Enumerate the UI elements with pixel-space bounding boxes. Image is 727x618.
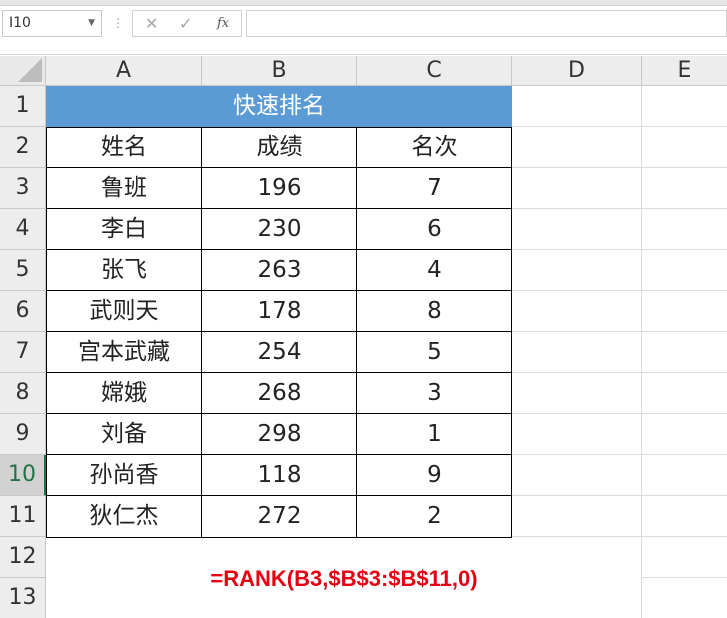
cancel-icon[interactable]: ✕ [145,14,158,33]
row-header-13[interactable]: 13 [0,578,46,618]
gridline [512,454,727,455]
row-header-7[interactable]: 7 [0,332,46,373]
table-cell-rank[interactable]: 6 [357,209,512,250]
table-cell-score[interactable]: 268 [202,373,357,414]
table-cell-rank[interactable]: 4 [357,250,512,291]
column-header-d[interactable]: D [512,56,642,86]
insert-function-icon[interactable]: fx [217,16,229,31]
column-header-a[interactable]: A [46,56,202,86]
select-all-button[interactable] [0,56,46,86]
spreadsheet-grid[interactable]: A B C D E 1 2 3 4 5 6 7 8 9 10 11 12 13 … [0,56,727,618]
formula-bar: I10 ▼ ⋮ ✕ ✓ fx [0,6,727,55]
column-header-e[interactable]: E [642,56,727,86]
gridline [512,167,727,168]
table-cell-score[interactable]: 298 [202,414,357,455]
gridline [512,495,727,496]
enter-icon[interactable]: ✓ [179,14,192,33]
name-box-value: I10 [9,15,31,31]
row-header-1[interactable]: 1 [0,86,46,127]
table-cell-score[interactable]: 230 [202,209,357,250]
formula-input[interactable] [246,10,727,37]
row-header-10[interactable]: 10 [0,455,46,496]
table-cell-rank[interactable]: 3 [357,373,512,414]
column-header-c[interactable]: C [357,56,512,86]
header-name[interactable]: 姓名 [46,127,202,168]
gridline [512,126,727,127]
row-header-6[interactable]: 6 [0,291,46,332]
row-header-8[interactable]: 8 [0,373,46,414]
table-cell-name[interactable]: 鲁班 [46,168,202,209]
table-cell-rank[interactable]: 2 [357,496,512,537]
header-rank[interactable]: 名次 [357,127,512,168]
table-cell-score[interactable]: 263 [202,250,357,291]
gridline [512,208,727,209]
table-cell-rank[interactable]: 8 [357,291,512,332]
row-header-11[interactable]: 11 [0,496,46,537]
row-header-5[interactable]: 5 [0,250,46,291]
row-header-3[interactable]: 3 [0,168,46,209]
table-cell-name[interactable]: 狄仁杰 [46,496,202,537]
row-header-9[interactable]: 9 [0,414,46,455]
table-cell-score[interactable]: 118 [202,455,357,496]
gridline [512,536,727,537]
gridline [512,290,727,291]
chevron-down-icon[interactable]: ▼ [88,11,95,36]
gridline [641,577,727,578]
table-cell-name[interactable]: 李白 [46,209,202,250]
table-cell-rank[interactable]: 5 [357,332,512,373]
row-header-2[interactable]: 2 [0,127,46,168]
gridline [512,372,727,373]
more-icon: ⋮ [112,16,124,30]
table-cell-name[interactable]: 张飞 [46,250,202,291]
table-cell-score[interactable]: 254 [202,332,357,373]
table-cell-name[interactable]: 嫦娥 [46,373,202,414]
table-cell-name[interactable]: 孙尚香 [46,455,202,496]
table-cell-name[interactable]: 武则天 [46,291,202,332]
table-cell-name[interactable]: 宫本武藏 [46,332,202,373]
row-header-4[interactable]: 4 [0,209,46,250]
formula-buttons: ✕ ✓ fx [132,10,242,37]
select-all-icon [18,58,42,82]
gridline [512,413,727,414]
table-cell-score[interactable]: 196 [202,168,357,209]
gridline [512,331,727,332]
table-cell-score[interactable]: 272 [202,496,357,537]
gridline [512,249,727,250]
column-header-b[interactable]: B [202,56,357,86]
table-cell-rank[interactable]: 9 [357,455,512,496]
row-header-12[interactable]: 12 [0,537,46,578]
gridline [641,86,642,618]
table-title[interactable]: 快速排名 [46,86,512,127]
table-cell-score[interactable]: 178 [202,291,357,332]
name-box[interactable]: I10 ▼ [2,10,102,37]
header-score[interactable]: 成绩 [202,127,357,168]
table-cell-rank[interactable]: 1 [357,414,512,455]
formula-note[interactable]: =RANK(B3,$B$3:$B$11,0) [47,561,641,597]
table-cell-rank[interactable]: 7 [357,168,512,209]
table-cell-name[interactable]: 刘备 [46,414,202,455]
